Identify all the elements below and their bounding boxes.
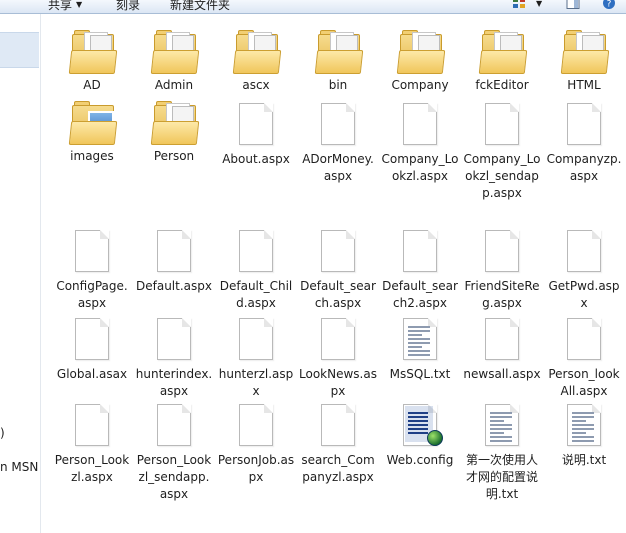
file-name-label: fckEditor [475, 78, 529, 92]
file-name-label: MsSQL.txt [389, 367, 451, 381]
folder-icon [478, 28, 528, 74]
file-name-label: hunterindex.aspx [135, 367, 213, 398]
file-name-label: Company [391, 78, 449, 92]
file-name-label: Companyzp.aspx [546, 152, 622, 183]
file-name-label: ascx [242, 78, 270, 92]
aspx-file-icon [403, 230, 437, 272]
file-name-label: Person_Lookzl.aspx [54, 453, 130, 484]
svg-text:?: ? [607, 0, 612, 9]
file-name-label: LookNews.aspx [299, 367, 377, 398]
preview-pane-icon[interactable] [566, 0, 580, 9]
navigation-pane: ) n MSN WG [0, 14, 41, 533]
change-view-icon[interactable] [512, 0, 526, 9]
file-name-label: ConfigPage.aspx [56, 279, 128, 310]
folder-icon [314, 28, 364, 74]
file-name-label: Default_Child.aspx [219, 279, 293, 310]
aspx-file-icon [75, 404, 109, 446]
folder-icon [232, 28, 282, 74]
aspx-file-icon [157, 318, 191, 360]
file-name-label: Person_Lookzl_sendapp.aspx [136, 453, 212, 501]
nav-item-fragment[interactable]: n MSN [0, 460, 38, 474]
aspx-file-icon [485, 103, 519, 145]
folder-icon [560, 28, 610, 74]
help-icon[interactable]: ? [602, 0, 616, 10]
file-name-label: Default.aspx [136, 279, 212, 293]
file-name-label: Admin [154, 78, 194, 92]
aspx-file-icon [321, 230, 355, 272]
aspx-file-icon [567, 103, 601, 145]
file-name-label: 说明.txt [561, 453, 607, 467]
file-name-label: Person [153, 149, 195, 163]
file-name-label: 第一次使用人才网的配置说明.txt [465, 453, 538, 501]
aspx-file-icon [239, 230, 273, 272]
aspx-file-icon [239, 404, 273, 446]
file-name-label: Default_search2.aspx [382, 279, 458, 310]
text-file-icon [403, 318, 437, 360]
folder-icon [150, 99, 200, 145]
file-name-label: PersonJob.aspx [217, 453, 295, 484]
file-name-label: HTML [567, 78, 601, 92]
new-folder-button[interactable]: 新建文件夹 [170, 0, 230, 13]
aspx-file-icon [321, 103, 355, 145]
aspx-file-icon [485, 318, 519, 360]
file-name-label: Global.asax [56, 367, 128, 381]
file-name-label: Web.config [386, 453, 454, 467]
aspx-file-icon [157, 404, 191, 446]
aspx-file-icon [403, 103, 437, 145]
aspx-file-icon [321, 318, 355, 360]
file-name-label: newsall.aspx [463, 367, 541, 381]
file-name-label: GetPwd.aspx [548, 279, 620, 310]
aspx-file-icon [157, 230, 191, 272]
file-name-label: search_Companyzl.aspx [301, 453, 375, 484]
file-name-label: FriendSiteReg.aspx [464, 279, 540, 310]
aspx-file-icon [239, 103, 273, 145]
nav-selected-item[interactable] [0, 32, 39, 68]
aspx-file-icon [239, 318, 273, 360]
file-name-label: Default_search.aspx [300, 279, 376, 310]
view-options-chevron-icon[interactable]: ▼ [536, 0, 550, 11]
file-name-label: About.aspx [222, 152, 290, 166]
aspx-file-icon [567, 230, 601, 272]
aspx-file-icon [485, 230, 519, 272]
aspx-file-icon [567, 318, 601, 360]
aspx-file-icon [75, 318, 109, 360]
nav-item-fragment[interactable]: ) [0, 426, 5, 440]
file-name-label: hunterzl.aspx [218, 367, 294, 398]
file-name-label: Person_lookAll.aspx [548, 367, 620, 398]
file-name-label: images [70, 149, 114, 163]
burn-label: 刻录 [116, 0, 141, 12]
pictures-folder-icon [68, 99, 118, 145]
share-menu-button[interactable]: 共享 ▼ [48, 0, 82, 13]
text-file-icon [485, 404, 519, 446]
aspx-file-icon [321, 404, 355, 446]
config-file-icon [403, 404, 443, 446]
file-name-label: AD [83, 78, 101, 92]
share-label: 共享 [48, 0, 73, 12]
command-bar: 共享 ▼ 刻录 新建文件夹 ▼ ? [0, 0, 626, 14]
text-file-icon [567, 404, 601, 446]
folder-icon [396, 28, 446, 74]
burn-button[interactable]: 刻录 [116, 0, 140, 13]
folder-icon [68, 28, 118, 74]
file-name-label: ADorMoney.aspx [302, 152, 374, 183]
file-name-label: Company_Lookzl_sendapp.aspx [463, 152, 541, 200]
file-name-label: bin [328, 78, 348, 92]
folder-icon [150, 28, 200, 74]
aspx-file-icon [75, 230, 109, 272]
new-folder-label: 新建文件夹 [170, 0, 231, 12]
file-name-label: Company_Lookzl.aspx [381, 152, 459, 183]
chevron-down-icon: ▼ [76, 0, 83, 9]
